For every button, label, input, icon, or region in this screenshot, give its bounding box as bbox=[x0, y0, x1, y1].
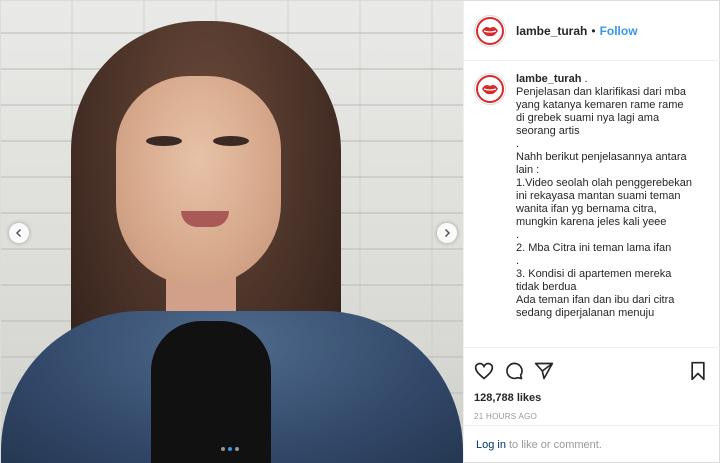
caption-comment: lambe_turah . Penjelasan dan klarifikasi… bbox=[474, 73, 712, 320]
avatar[interactable] bbox=[474, 73, 506, 105]
chevron-right-icon bbox=[444, 228, 451, 238]
media-subject-shirt bbox=[151, 321, 271, 463]
follow-button[interactable]: Follow bbox=[600, 24, 638, 38]
carousel-dot bbox=[235, 447, 239, 451]
comments-section[interactable]: lambe_turah . Penjelasan dan klarifikasi… bbox=[464, 61, 720, 347]
caption-line: di grebek suami nya lagi ama bbox=[516, 112, 660, 124]
caption-line: . bbox=[581, 73, 588, 85]
caption-line: seorang artis bbox=[516, 125, 580, 137]
username-link[interactable]: lambe_turah bbox=[516, 24, 587, 38]
post-media[interactable] bbox=[1, 1, 463, 463]
comment-icon bbox=[506, 362, 523, 380]
caption-line: . bbox=[516, 255, 520, 267]
caption-line: lain : bbox=[516, 164, 540, 176]
caption-line: . bbox=[516, 229, 520, 241]
bookmark-icon bbox=[691, 361, 705, 381]
chevron-left-icon bbox=[15, 228, 22, 238]
caption-line: wanita ifan yg bernama citra, bbox=[516, 203, 657, 215]
carousel-dot bbox=[221, 447, 225, 451]
avatar[interactable] bbox=[474, 14, 506, 47]
caption-line: . bbox=[516, 138, 520, 150]
lips-logo-icon bbox=[476, 16, 504, 45]
share-icon bbox=[534, 362, 554, 380]
caption-line: ini rekayasa mantan suami teman bbox=[516, 190, 681, 202]
media-subject-face bbox=[116, 76, 281, 286]
caption-line: 3. Kondisi di apartemen mereka bbox=[516, 268, 672, 280]
caption-line: mungkin karena jeles kali yeee bbox=[516, 216, 667, 228]
login-prompt-text: to like or comment. bbox=[508, 439, 602, 451]
caption-text: lambe_turah . Penjelasan dan klarifikasi… bbox=[516, 73, 706, 320]
share-button[interactable] bbox=[534, 361, 554, 381]
heart-icon bbox=[474, 362, 494, 380]
separator-dot: • bbox=[591, 23, 596, 38]
post-header: lambe_turah • Follow bbox=[464, 1, 720, 61]
caption-line: 1.Video seolah olah penggerebekan bbox=[516, 177, 692, 189]
post-sidebar: lambe_turah • Follow lambe_turah . Penje… bbox=[463, 1, 720, 463]
caption-line: sedang diperjalanan menuju bbox=[516, 307, 655, 319]
like-button[interactable] bbox=[474, 361, 494, 381]
action-icons bbox=[474, 358, 712, 384]
carousel-prev-button[interactable] bbox=[9, 223, 29, 243]
save-button[interactable] bbox=[688, 361, 708, 381]
caption-line: Ada teman ifan dan ibu dari citra bbox=[516, 294, 675, 306]
carousel-indicator bbox=[221, 447, 239, 451]
caption-line: tidak berdua bbox=[516, 281, 577, 293]
caption-line: yang katanya kemaren rame rame bbox=[516, 99, 684, 111]
caption-line: Penjelasan dan klarifikasi dari mba bbox=[516, 86, 686, 98]
caption-line: 2. Mba Citra ini teman lama ifan bbox=[516, 242, 672, 254]
instagram-post: lambe_turah • Follow lambe_turah . Penje… bbox=[0, 0, 720, 463]
login-link[interactable]: Log in bbox=[476, 439, 506, 451]
media-subject-eye bbox=[146, 136, 182, 146]
caption-username-link[interactable]: lambe_turah bbox=[516, 73, 581, 85]
comment-button[interactable] bbox=[504, 361, 524, 381]
carousel-dot-active bbox=[228, 447, 232, 451]
caption-line: Nahh berikut penjelasannya antara bbox=[516, 151, 687, 163]
post-timestamp[interactable]: 21 HOURS AGO bbox=[474, 412, 712, 421]
likes-count[interactable]: 128,788 likes bbox=[474, 392, 712, 404]
carousel-next-button[interactable] bbox=[437, 223, 457, 243]
login-prompt: Log in to like or comment. bbox=[464, 425, 720, 463]
media-subject-eye bbox=[213, 136, 249, 146]
lips-logo-icon bbox=[476, 75, 504, 103]
